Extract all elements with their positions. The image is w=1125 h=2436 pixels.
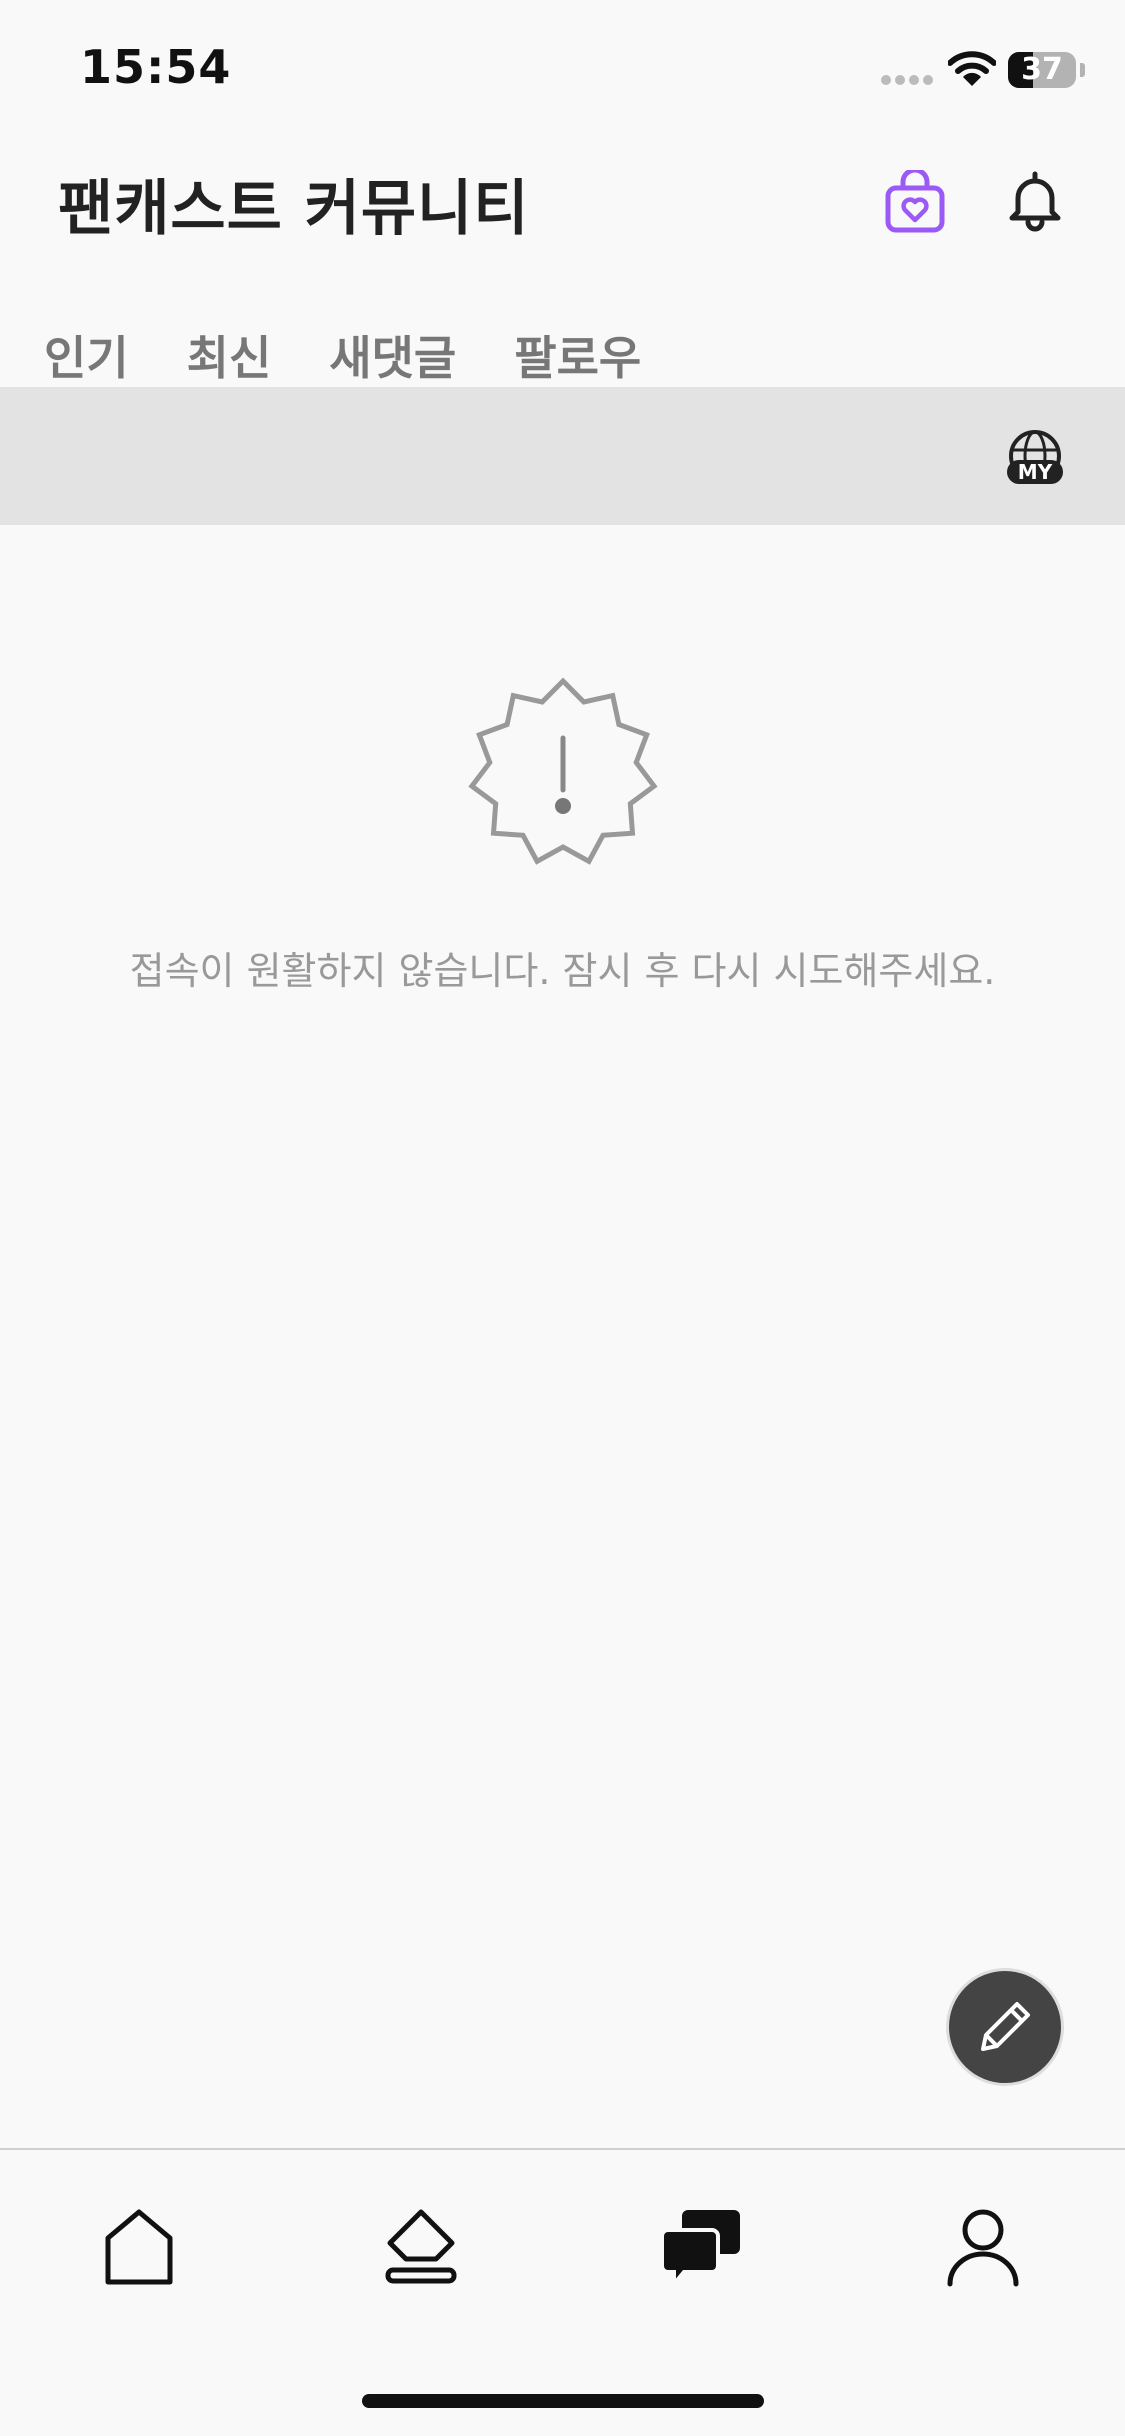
eraser-icon — [385, 2209, 457, 2284]
signal-icon — [881, 75, 933, 85]
error-message: 접속이 원활하지 않습니다. 잠시 후 다시 시도해주세요. — [129, 949, 996, 993]
tab-popular[interactable]: 인기 — [44, 322, 129, 392]
my-globe-icon[interactable]: MY — [1004, 430, 1066, 486]
nav-eraser[interactable] — [376, 2202, 466, 2292]
tab-latest[interactable]: 최신 — [187, 322, 272, 392]
nav-home[interactable] — [94, 2202, 184, 2292]
bell-icon[interactable] — [1004, 168, 1066, 232]
tab-follow[interactable]: 팔로우 — [514, 322, 641, 392]
pencil-icon — [981, 2002, 1030, 2051]
nav-profile[interactable] — [938, 2202, 1028, 2292]
page-title: 팬캐스트 커뮤니티 — [58, 174, 530, 244]
wifi-icon — [948, 51, 996, 86]
battery-level: 37 — [1021, 52, 1063, 87]
shop-heart-icon[interactable] — [884, 170, 946, 234]
screen: 15:54 37 팬캐스트 커뮤니티 인기 최신 새댓글 팔로우 MY 접속이 … — [0, 0, 1125, 2436]
warning-badge-icon — [468, 677, 658, 865]
nav-community[interactable] — [656, 2202, 746, 2292]
chat-bubbles-icon — [660, 2210, 740, 2290]
filter-bar — [0, 387, 1125, 525]
home-icon — [105, 2209, 173, 2285]
status-bar: 15:54 37 — [0, 0, 1125, 130]
battery-icon: 37 — [1008, 52, 1076, 88]
tab-bar: 인기 최신 새댓글 팔로우 — [44, 322, 699, 392]
status-time: 15:54 — [80, 40, 232, 94]
home-indicator[interactable] — [362, 2394, 764, 2408]
person-icon — [947, 2209, 1019, 2287]
bottom-nav — [0, 2148, 1125, 2436]
battery-cap — [1080, 63, 1085, 77]
write-post-button[interactable] — [946, 1968, 1064, 2086]
my-globe-label: MY — [1018, 460, 1053, 484]
tab-new-comments[interactable]: 새댓글 — [329, 322, 456, 392]
